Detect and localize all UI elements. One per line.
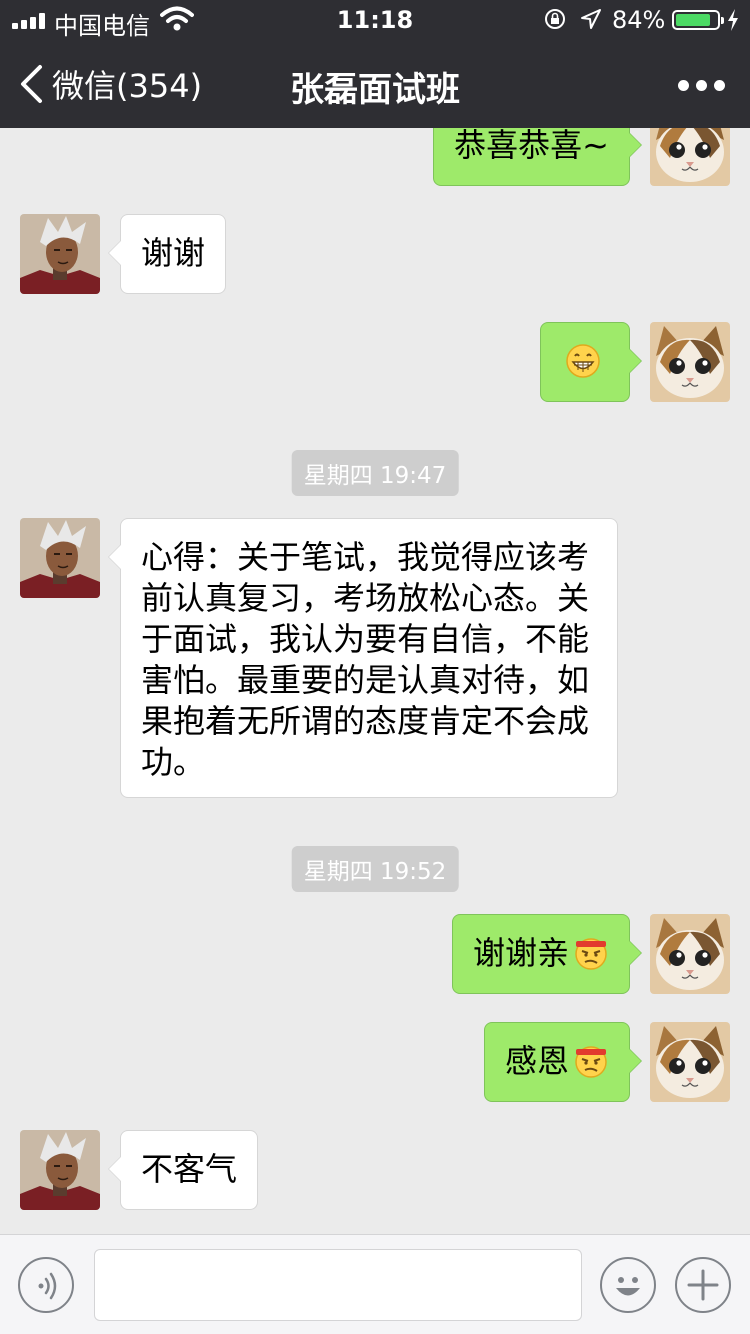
message-text: 感恩 [504, 1042, 569, 1080]
smiley-icon [616, 1277, 640, 1296]
battery-icon [672, 10, 724, 30]
contact-avatar[interactable] [20, 518, 100, 598]
input-bar [0, 1234, 750, 1334]
message-row: 谢谢 [0, 214, 750, 294]
message-bubble[interactable]: 感恩 [483, 1022, 642, 1102]
message-bubble[interactable]: 不客气 [108, 1130, 259, 1210]
message-row: 心得：关于笔试，我觉得应该考前认真复习，考场放松心态。关于面试，我认为要有自信，… [0, 518, 750, 798]
plus-icon [687, 1269, 719, 1301]
message-row: 感恩 [0, 1022, 750, 1102]
battery-percent: 84% [612, 6, 666, 34]
message-bubble[interactable]: 恭喜恭喜~ [433, 128, 642, 186]
chat-title: 张磊面试班 [290, 70, 460, 110]
voice-input-button[interactable] [18, 1257, 74, 1313]
timestamp: 星期四 19:47 [291, 450, 459, 496]
my-avatar[interactable] [650, 1022, 730, 1102]
message-bubble[interactable]: 谢谢亲 [451, 914, 642, 994]
message-text: 不客气 [141, 1150, 238, 1188]
message-row: 不客气 [0, 1130, 750, 1210]
message-bubble[interactable]: 谢谢 [108, 214, 227, 294]
message-text: 心得：关于笔试，我觉得应该考前认真复习，考场放松心态。关于面试，我认为要有自信，… [141, 538, 590, 781]
headband-smirk-emoji-icon [573, 935, 609, 971]
headband-smirk-emoji-icon [573, 1043, 609, 1079]
message-row [0, 322, 750, 402]
my-avatar[interactable] [650, 914, 730, 994]
my-avatar[interactable] [650, 322, 730, 402]
timestamp: 星期四 19:52 [291, 846, 459, 892]
message-row: 谢谢亲 [0, 914, 750, 994]
top-bar: 中国电信 11:18 84% 微信(354) 张磊面试班 [0, 0, 750, 128]
message-bubble[interactable] [540, 322, 642, 402]
message-text: 谢谢亲 [472, 934, 569, 972]
message-text: 谢谢 [141, 234, 206, 272]
contact-avatar[interactable] [20, 214, 100, 294]
location-arrow-icon [581, 9, 601, 29]
rotation-lock-icon [545, 9, 565, 29]
more-functions-button[interactable] [675, 1257, 731, 1313]
status-bar: 中国电信 11:18 84% [0, 0, 750, 40]
grinning-emoji-icon [565, 343, 601, 379]
chat-area[interactable]: 恭喜恭喜~ 谢谢 星期四 19:47 心得：关于笔试，我觉得应该考前认真复习，考… [0, 128, 750, 1234]
emoji-button[interactable] [600, 1257, 656, 1313]
message-row: 恭喜恭喜~ [0, 128, 750, 186]
contact-avatar[interactable] [20, 1130, 100, 1210]
more-options-button[interactable] [678, 70, 726, 98]
voice-icon [38, 1272, 57, 1300]
charging-bolt-icon [728, 9, 738, 31]
message-input[interactable] [94, 1249, 582, 1321]
message-text: 恭喜恭喜~ [454, 128, 609, 164]
message-bubble[interactable]: 心得：关于笔试，我觉得应该考前认真复习，考场放松心态。关于面试，我认为要有自信，… [108, 518, 618, 798]
my-avatar[interactable] [650, 128, 730, 186]
nav-bar: 微信(354) 张磊面试班 [0, 40, 750, 128]
